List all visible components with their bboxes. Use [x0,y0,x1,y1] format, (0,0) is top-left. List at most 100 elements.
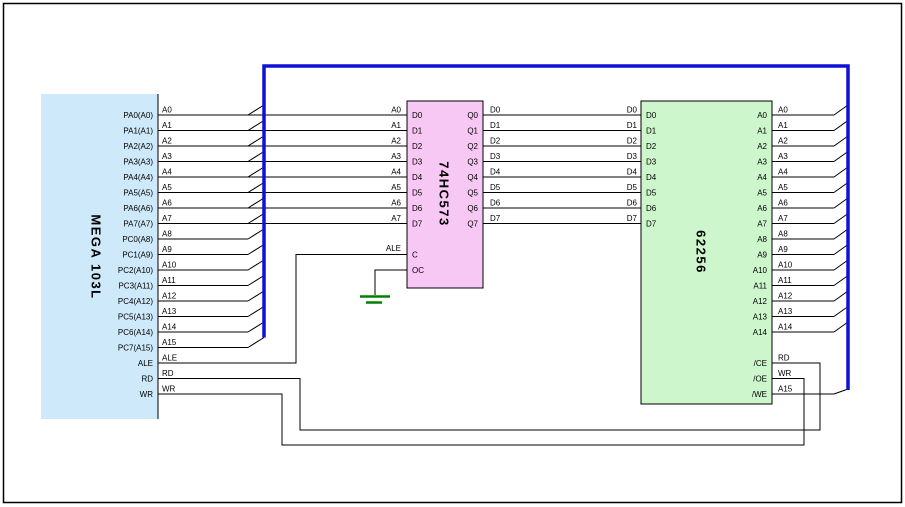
bus-tap-right-a10 [834,260,848,270]
sram-pin-label: /CE [754,359,767,368]
net-label-a8: A8 [778,230,788,239]
net-label-a2: A2 [778,137,788,146]
bus-tap-left-a2 [248,136,264,146]
latch-pin-label: Q2 [467,142,478,151]
mcu-pin-label: PC5(A13) [118,313,153,322]
sram-pin-label: D4 [646,173,657,182]
net-label-a5: A5 [162,183,172,192]
sram-pin-label: A14 [753,328,768,337]
sram-pin-label: A11 [753,282,767,291]
net-label-d1: D1 [490,121,501,130]
net-label-d2: D2 [627,137,638,146]
mcu-pin-label: PC1(A9) [122,251,153,260]
latch-pin-label: D5 [412,189,423,198]
latch-pin-label: Q4 [467,173,478,182]
bus-tap-right-a13 [834,307,848,317]
mcu-pin-label: WR [140,390,154,399]
sram-pin-label: D6 [646,204,657,213]
net-label-d5: D5 [490,183,501,192]
net-label-a6: A6 [162,199,172,208]
sram-pin-label: D3 [646,158,657,167]
schematic-canvas: MEGA 103L 74HC573 62256 PA0(A0) A0 PA1(A1) A1 P… [0,0,905,507]
sram-pin-label: A12 [753,297,768,306]
net-label-a5: A5 [778,183,788,192]
mcu-pin-label: PC3(A11) [118,282,153,291]
bus-tap-left-a0 [248,105,264,115]
bus-tap-left-a12 [248,291,264,301]
bus-tap-left-a10 [248,260,264,270]
mcu-pin-label: RD [141,375,153,384]
net-label-d7: D7 [490,214,501,223]
mcu-pin-label: PA0(A0) [123,111,153,120]
net-label-a10: A10 [162,261,177,270]
bus-tap-right-a11 [834,276,848,286]
sram-pin-label: D0 [646,111,657,120]
mcu-pin-label: PA1(A1) [123,127,153,136]
latch-pin-label: OC [412,266,424,275]
bus-tap-right-a2 [834,136,848,146]
net-label-a7: A7 [778,214,788,223]
net-label-a4: A4 [162,168,172,177]
sram-pin-label: D7 [646,220,657,229]
mcu-pin-label: PA7(A7) [123,220,153,229]
net-label-a4: A4 [391,168,401,177]
net-label-a0: A0 [391,106,401,115]
mcu-chip-title: MEGA 103L [89,214,104,299]
latch-pin-label: Q0 [467,111,478,120]
sram-pin-label: A4 [757,173,767,182]
net-label-d7: D7 [627,214,638,223]
latch-pin-label: D1 [412,127,423,136]
bus-tap-right-a4 [834,167,848,177]
net-label-d1: D1 [627,121,638,130]
net-label-a4: A4 [778,168,788,177]
latch-pin-label: D4 [412,173,423,182]
net-label-a9: A9 [162,245,172,254]
net-label-a8: A8 [162,230,172,239]
net-label-d3: D3 [627,152,638,161]
sram-pin-label: D1 [646,127,657,136]
bus-tap-right-a15 [834,389,848,394]
net-label-a1: A1 [391,121,401,130]
bus-tap-left-a13 [248,307,264,317]
bus-tap-left-a3 [248,152,264,162]
net-label-a15: A15 [778,385,793,394]
net-label-wr: WR [778,369,792,378]
net-label-a7: A7 [391,214,401,223]
sram-pin-label: A1 [757,127,767,136]
bus-tap-left-a8 [248,229,264,239]
net-label-d6: D6 [627,199,638,208]
mcu-pin-label: PA6(A6) [123,204,153,213]
latch-pin-label: D7 [412,220,423,229]
net-label-a11: A11 [778,276,792,285]
latch-pin-label: D3 [412,158,423,167]
net-label-d0: D0 [490,106,501,115]
bus-tap-left-a5 [248,183,264,193]
bus-tap-right-a7 [834,214,848,224]
net-label-a12: A12 [162,292,177,301]
net-label-a1: A1 [162,121,172,130]
bus-tap-right-a0 [834,105,848,115]
latch-pin-label: D0 [412,111,423,120]
net-label-a14: A14 [778,323,793,332]
net-label-a6: A6 [778,199,788,208]
latch-chip-title: 74HC573 [437,161,452,226]
latch-pin-label: D6 [412,204,423,213]
sram-chip-title: 62256 [694,230,709,274]
mcu-pin-label: PA5(A5) [123,189,153,198]
sram-pin-label: A0 [757,111,767,120]
mcu-pin-label: PC6(A14) [118,328,153,337]
bus-tap-left-a4 [248,167,264,177]
latch-pin-label: Q5 [467,189,478,198]
latch-pin-label: C [412,251,418,260]
net-label-ale: ALE [386,244,401,253]
mcu-pin-label: PA3(A3) [123,158,153,167]
net-label-a11: A11 [162,276,176,285]
net-label-a0: A0 [162,106,172,115]
net-label-d5: D5 [627,183,638,192]
net-label-a3: A3 [778,152,788,161]
sram-pin-label: A8 [757,235,767,244]
latch-pin-label: Q6 [467,204,478,213]
net-label-d2: D2 [490,137,501,146]
bus-tap-left-a1 [248,121,264,131]
sram-pin-label: A2 [757,142,767,151]
